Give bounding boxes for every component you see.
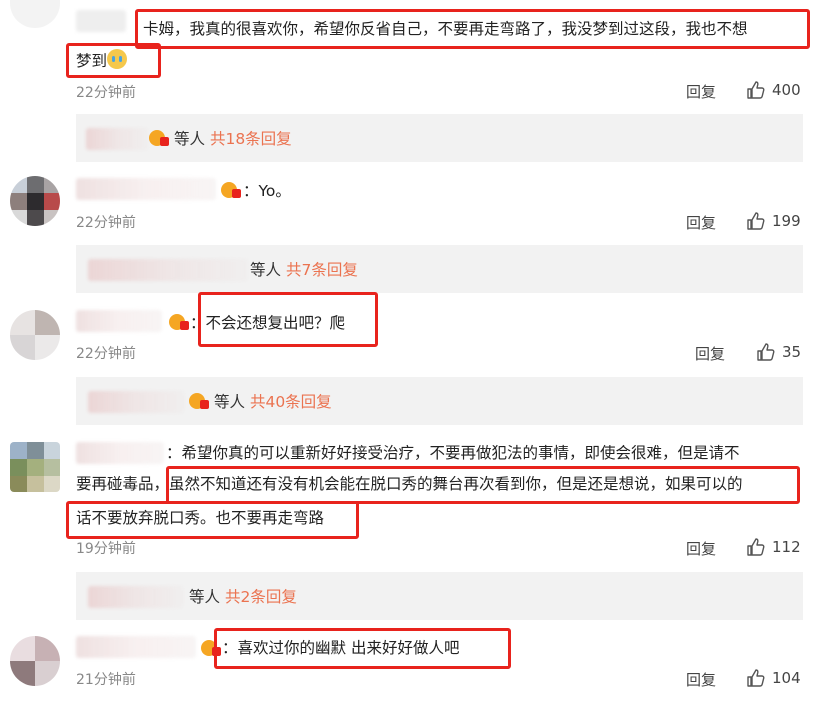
thumbs-up-icon	[747, 81, 765, 99]
like-count: 112	[772, 538, 801, 556]
like-button[interactable]: 199	[746, 211, 801, 231]
like-button[interactable]: 400	[746, 80, 801, 100]
sub-usernames-blurred	[88, 586, 183, 608]
vip-badge-icon	[189, 393, 209, 409]
sub-replies-box[interactable]: 等人 共18条回复	[76, 114, 803, 162]
highlight-box	[198, 292, 378, 347]
reply-button[interactable]: 回复	[686, 212, 716, 233]
sub-usernames-blurred	[88, 259, 248, 281]
reply-button[interactable]: 回复	[686, 81, 716, 102]
sub-replies-box[interactable]: 等人 共7条回复	[76, 245, 803, 293]
avatar[interactable]	[10, 442, 60, 492]
highlight-box	[66, 501, 359, 539]
vip-badge-icon	[221, 182, 241, 198]
sub-reply-users: 等人	[174, 130, 206, 148]
reply-count-link[interactable]: 共2条回复	[225, 588, 297, 606]
highlight-box	[135, 9, 810, 49]
comment-text-line: ：希望你真的可以重新好好接受治疗，不要再做犯法的事情，即使会很难，但是请不	[166, 444, 740, 462]
sub-usernames-blurred	[88, 391, 184, 413]
username-blurred[interactable]	[76, 10, 126, 32]
highlight-box	[166, 466, 800, 504]
sub-reply-users: 等人	[189, 588, 221, 606]
username-blurred[interactable]	[76, 178, 216, 200]
reply-count-link[interactable]: 共18条回复	[210, 130, 292, 148]
avatar[interactable]	[10, 0, 60, 28]
timestamp: 22分钟前	[76, 85, 136, 101]
reply-button[interactable]: 回复	[686, 538, 716, 559]
vip-badge-icon	[149, 130, 169, 146]
like-button[interactable]: 112	[746, 537, 801, 557]
timestamp: 19分钟前	[76, 541, 136, 557]
username-blurred[interactable]	[76, 310, 162, 332]
thumbs-up-icon	[757, 343, 775, 361]
avatar[interactable]	[10, 176, 60, 226]
sub-replies-box[interactable]: 等人 共2条回复	[76, 572, 803, 620]
thumbs-up-icon	[747, 538, 765, 556]
sub-reply-users: 等人	[214, 393, 246, 411]
timestamp: 22分钟前	[76, 346, 136, 362]
like-button[interactable]: 35	[756, 342, 801, 362]
reply-count-link[interactable]: 共40条回复	[250, 393, 332, 411]
like-count: 199	[772, 212, 801, 230]
avatar[interactable]	[10, 310, 60, 360]
like-button[interactable]: 104	[746, 668, 801, 688]
reply-button[interactable]: 回复	[686, 669, 716, 690]
like-count: 400	[772, 81, 801, 99]
username-blurred[interactable]	[76, 442, 164, 464]
like-count: 104	[772, 669, 801, 687]
sub-reply-users: 等人	[250, 261, 282, 279]
thumbs-up-icon	[747, 212, 765, 230]
timestamp: 22分钟前	[76, 215, 136, 231]
vip-badge-icon	[169, 314, 189, 330]
comment-text: ：Yo。	[243, 182, 291, 200]
thumbs-up-icon	[747, 669, 765, 687]
sub-usernames-blurred	[86, 128, 148, 150]
avatar[interactable]	[10, 636, 60, 686]
username-blurred[interactable]	[76, 636, 196, 658]
timestamp: 21分钟前	[76, 672, 136, 688]
like-count: 35	[782, 343, 802, 361]
reply-count-link[interactable]: 共7条回复	[286, 261, 358, 279]
highlight-box	[66, 43, 161, 78]
sub-replies-box[interactable]: 等人 共40条回复	[76, 377, 803, 425]
reply-button[interactable]: 回复	[695, 343, 725, 364]
highlight-box	[214, 628, 511, 669]
